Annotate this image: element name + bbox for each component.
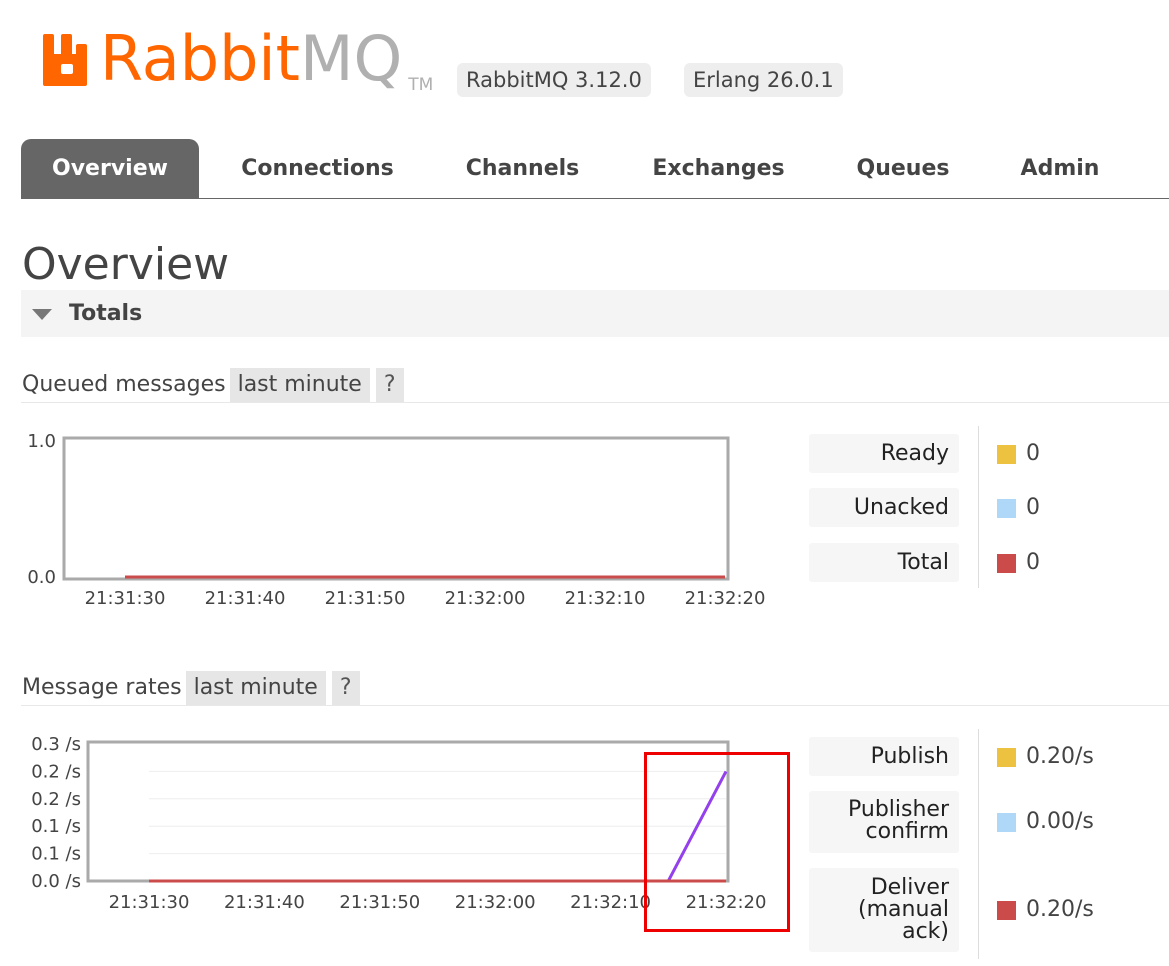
highlight-annotation-box [644, 752, 790, 932]
tab-connections[interactable]: Connections [225, 139, 410, 198]
legend-label-line: (manual [858, 897, 949, 922]
tab-exchanges[interactable]: Exchanges [636, 139, 801, 198]
tab-overview[interactable]: Overview [21, 139, 199, 198]
legend-value-total: 0 [1026, 550, 1040, 575]
x-tick-label: 21:32:10 [570, 892, 651, 913]
x-tick-label: 21:31:50 [339, 892, 420, 913]
legend-label-publisher-confirm: Publisher confirm [809, 791, 959, 853]
legend-swatch-publish [997, 748, 1016, 767]
page-title: Overview [22, 239, 230, 290]
logo-text-primary: Rabbit [100, 22, 300, 95]
legend-value-publisher-confirm: 0.00/s [1026, 809, 1094, 834]
divider [21, 402, 1169, 403]
legend-label-line: Publisher [848, 797, 949, 822]
queued-messages-heading: Queued messages last minute? [22, 368, 404, 402]
legend-label-line: Deliver [870, 875, 949, 900]
y-tick-label: 0.2 /s [31, 761, 81, 782]
y-tick-label: 0.1 /s [31, 816, 81, 837]
tab-channels[interactable]: Channels [451, 139, 594, 198]
queued-messages-chart: 1.0 0.0 21:31:30 21:31:40 21:31:50 21:32:00 2… [27, 431, 766, 609]
queued-messages-range-selector[interactable]: last minute [229, 368, 370, 402]
legend-swatch-unacked [997, 499, 1016, 518]
x-tick-label: 21:32:20 [685, 588, 766, 609]
totals-section-header[interactable] [21, 290, 1169, 337]
x-tick-label: 21:31:40 [205, 588, 286, 609]
legend-label-total: Total [809, 543, 959, 582]
rabbitmq-version-badge: RabbitMQ 3.12.0 [457, 63, 651, 97]
logo-trademark: TM [408, 75, 434, 95]
x-tick-label: 21:32:00 [445, 588, 526, 609]
x-tick-label: 21:31:30 [85, 588, 166, 609]
totals-section-label[interactable]: Totals [69, 300, 142, 328]
rabbitmq-logo-icon [43, 34, 87, 86]
message-rates-help-button[interactable]: ? [331, 671, 360, 705]
legend-label-publish: Publish [809, 737, 959, 776]
queued-messages-help-button[interactable]: ? [375, 368, 404, 402]
x-tick-label: 21:31:50 [325, 588, 406, 609]
queued-messages-title: Queued messages [22, 372, 226, 397]
legend-label-ready: Ready [809, 434, 959, 473]
legend-label-unacked: Unacked [809, 488, 959, 527]
queued-chart-frame [62, 436, 730, 581]
legend-divider [978, 729, 979, 959]
rabbitmq-logo-wordmark: RabbitMQ TM [100, 22, 433, 96]
x-tick-label: 21:31:40 [224, 892, 305, 913]
legend-label-line: ack) [902, 919, 949, 944]
y-tick-label: 0.0 [27, 567, 56, 588]
main-nav-tabs: Overview Connections Channels Exchanges … [21, 139, 1169, 199]
legend-divider [978, 426, 979, 588]
logo-text-secondary: MQ [299, 22, 403, 95]
y-tick-label: 0.2 /s [31, 789, 81, 810]
x-tick-label: 21:32:10 [565, 588, 646, 609]
message-rates-range-selector[interactable]: last minute [185, 671, 326, 705]
rates-chart-frame [86, 740, 730, 883]
tab-queues[interactable]: Queues [841, 139, 965, 198]
caret-down-icon[interactable] [32, 309, 52, 320]
message-rates-heading: Message rates last minute? [22, 671, 360, 705]
legend-value-ready: 0 [1026, 441, 1040, 466]
legend-swatch-ready [997, 445, 1016, 464]
divider [21, 705, 1169, 706]
legend-swatch-publisher-confirm [997, 813, 1016, 832]
legend-value-publish: 0.20/s [1026, 744, 1094, 769]
legend-swatch-deliver [997, 901, 1016, 920]
legend-value-deliver: 0.20/s [1026, 897, 1094, 922]
x-tick-label: 21:32:00 [455, 892, 536, 913]
y-tick-label: 1.0 [27, 431, 56, 452]
erlang-version-badge: Erlang 26.0.1 [684, 63, 843, 97]
legend-value-unacked: 0 [1026, 495, 1040, 520]
legend-swatch-total [997, 554, 1016, 573]
x-tick-label: 21:31:30 [109, 892, 190, 913]
tab-admin[interactable]: Admin [1006, 139, 1114, 198]
legend-label-deliver-manual-ack: Deliver (manual ack) [809, 868, 959, 952]
y-tick-label: 0.3 /s [31, 734, 81, 755]
message-rates-title: Message rates [22, 675, 182, 700]
y-tick-label: 0.0 /s [31, 871, 81, 892]
y-tick-label: 0.1 /s [31, 844, 81, 865]
legend-label-line: confirm [865, 819, 949, 844]
